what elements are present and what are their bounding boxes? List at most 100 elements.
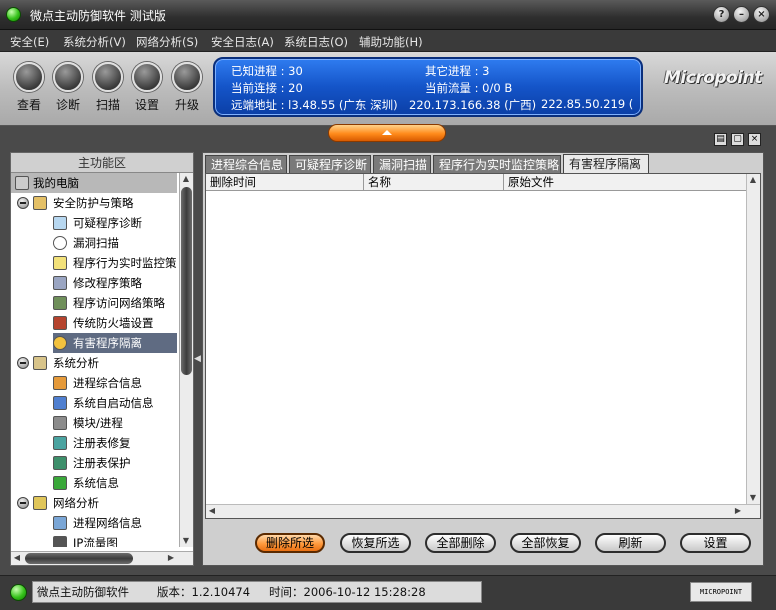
- view-button[interactable]: 查看: [9, 62, 49, 113]
- splitter-arrow-icon[interactable]: ◀: [194, 354, 201, 364]
- restore-selected-button[interactable]: 恢复所选: [340, 533, 411, 553]
- tree-item-modules[interactable]: 模块/进程: [11, 413, 177, 433]
- quarantine-icon: [53, 336, 67, 350]
- tree-item-modify-policy[interactable]: 修改程序策略: [11, 273, 177, 293]
- tree-label: 传统防火墙设置: [73, 316, 154, 330]
- scroll-up-arrow-icon[interactable]: ▲: [747, 174, 759, 186]
- sidebar-horizontal-scrollbar[interactable]: ◀ ▶: [11, 551, 193, 565]
- diagnose-button[interactable]: 诊断: [48, 62, 88, 113]
- column-header-row: 删除时间 名称 原始文件: [206, 174, 746, 191]
- list-vertical-scrollbar[interactable]: ▲ ▼: [746, 174, 760, 504]
- panel-restore-button[interactable]: ▤: [714, 133, 727, 146]
- scroll-down-arrow-icon[interactable]: ▼: [180, 535, 192, 547]
- scroll-down-arrow-icon[interactable]: ▼: [747, 492, 759, 504]
- quarantine-list[interactable]: 删除时间 名称 原始文件 ▲ ▼ ◀ ▶: [205, 173, 761, 519]
- collapse-icon[interactable]: [17, 357, 29, 369]
- remote-address-2: 220.173.166.38 (广西): [409, 98, 537, 112]
- tree-item-registry-protect[interactable]: 注册表保护: [11, 453, 177, 473]
- tree-item-autostart[interactable]: 系统自启动信息: [11, 393, 177, 413]
- scroll-up-arrow-icon[interactable]: ▲: [180, 173, 192, 185]
- tree-label: 程序行为实时监控策: [73, 256, 177, 270]
- known-processes: 已知进程 : 30: [231, 64, 303, 78]
- settings-button[interactable]: 设置: [127, 62, 167, 113]
- tree-item-registry-repair[interactable]: 注册表修复: [11, 433, 177, 453]
- menu-security[interactable]: 安全(E): [10, 34, 49, 50]
- tree-label: 程序访问网络策略: [73, 296, 165, 310]
- settings-button[interactable]: 设置: [680, 533, 751, 553]
- tab-behavior-monitor[interactable]: 程序行为实时监控策略: [433, 155, 561, 173]
- firewall-icon: [53, 316, 67, 330]
- list-horizontal-scrollbar[interactable]: ◀ ▶: [206, 504, 760, 518]
- tree-item-ip-traffic[interactable]: IP流量图: [11, 533, 177, 547]
- scroll-right-arrow-icon[interactable]: ▶: [732, 505, 744, 517]
- shield-folder-icon: [33, 196, 47, 210]
- tree-label: 修改程序策略: [73, 276, 142, 290]
- module-icon: [53, 416, 67, 430]
- network-folder-icon: [33, 496, 47, 510]
- tree-item-network-policy[interactable]: 程序访问网络策略: [11, 293, 177, 313]
- restore-all-button[interactable]: 全部恢复: [510, 533, 581, 553]
- tree-item-my-computer[interactable]: 我的电脑: [11, 173, 177, 193]
- panel-close-button[interactable]: ×: [748, 133, 761, 146]
- collapse-panel-button[interactable]: [328, 124, 446, 142]
- menu-security-log[interactable]: 安全日志(A): [211, 34, 274, 50]
- delete-all-button[interactable]: 全部删除: [425, 533, 496, 553]
- menu-system-analysis[interactable]: 系统分析(V): [63, 34, 126, 50]
- sidebar-vertical-scrollbar[interactable]: ▲ ▼: [179, 173, 193, 547]
- upgrade-label: 升级: [174, 98, 199, 112]
- menu-tools[interactable]: 辅助功能(H): [359, 34, 423, 50]
- current-connections: 当前连接 : 20: [231, 81, 303, 95]
- tree-item-protection[interactable]: 安全防护与策略: [11, 193, 177, 213]
- tree-item-process-info[interactable]: 进程综合信息: [11, 373, 177, 393]
- window-title: 微点主动防御软件 测试版: [30, 9, 166, 23]
- scan-button[interactable]: 扫描: [88, 62, 128, 113]
- scroll-left-arrow-icon[interactable]: ◀: [11, 552, 23, 564]
- upgrade-button[interactable]: 升级: [167, 62, 207, 113]
- autostart-icon: [53, 396, 67, 410]
- scroll-right-arrow-icon[interactable]: ▶: [165, 552, 177, 564]
- help-button[interactable]: ?: [713, 6, 730, 23]
- scroll-thumb[interactable]: [25, 553, 133, 564]
- minimize-button[interactable]: –: [733, 6, 750, 23]
- menu-system-log[interactable]: 系统日志(O): [284, 34, 348, 50]
- tab-process-info[interactable]: 进程综合信息: [205, 155, 287, 173]
- tree-label: 注册表保护: [73, 456, 131, 470]
- column-name[interactable]: 名称: [364, 174, 504, 190]
- title-bar: 微点主动防御软件 测试版 ? – ×: [0, 0, 776, 30]
- tree-label: 漏洞扫描: [73, 236, 119, 250]
- tree-item-system-analysis[interactable]: 系统分析: [11, 353, 177, 373]
- tree-item-firewall[interactable]: 传统防火墙设置: [11, 313, 177, 333]
- tree-item-process-network[interactable]: 进程网络信息: [11, 513, 177, 533]
- panel-maximize-button[interactable]: ▢: [731, 133, 744, 146]
- delete-selected-button[interactable]: 删除所选: [255, 533, 325, 553]
- app-orb-icon[interactable]: [6, 7, 21, 22]
- magnifier-icon: [53, 236, 67, 250]
- column-original-file[interactable]: 原始文件: [504, 174, 746, 190]
- tab-vuln-scan[interactable]: 漏洞扫描: [373, 155, 431, 173]
- tab-quarantine[interactable]: 有害程序隔离: [563, 154, 649, 174]
- status-bar: 微点主动防御软件 版本：1.2.10474 时间：2006-10-12 15:2…: [0, 575, 776, 610]
- diagnose-label: 诊断: [55, 98, 80, 112]
- refresh-button[interactable]: 刷新: [595, 533, 666, 553]
- tree-item-behavior-monitor[interactable]: 程序行为实时监控策: [11, 253, 177, 273]
- collapse-icon[interactable]: [17, 497, 29, 509]
- scan-label: 扫描: [95, 98, 120, 112]
- status-app-name: 微点主动防御软件: [37, 585, 129, 599]
- remote-address: 远端地址 : l3.48.55 (广东 深圳): [231, 98, 398, 112]
- scroll-thumb[interactable]: [181, 187, 192, 375]
- tree-item-network-analysis[interactable]: 网络分析: [11, 493, 177, 513]
- scroll-left-arrow-icon[interactable]: ◀: [206, 505, 218, 517]
- status-version: 版本：1.2.10474: [157, 585, 251, 599]
- menu-network-analysis[interactable]: 网络分析(S): [136, 34, 198, 50]
- tree-item-suspicious-diagnosis[interactable]: 可疑程序诊断: [11, 213, 177, 233]
- tree-item-vuln-scan[interactable]: 漏洞扫描: [11, 233, 177, 253]
- collapse-icon[interactable]: [17, 197, 29, 209]
- close-button[interactable]: ×: [753, 6, 770, 23]
- magnifier-icon: [14, 62, 44, 92]
- column-delete-time[interactable]: 删除时间: [206, 174, 364, 190]
- tree-item-quarantine[interactable]: 有害程序隔离: [53, 333, 177, 353]
- up-triangle-icon: [382, 130, 392, 135]
- tree-label: 系统信息: [73, 476, 119, 490]
- tab-suspicious-diagnosis[interactable]: 可疑程序诊断: [289, 155, 371, 173]
- tree-item-system-info[interactable]: 系统信息: [11, 473, 177, 493]
